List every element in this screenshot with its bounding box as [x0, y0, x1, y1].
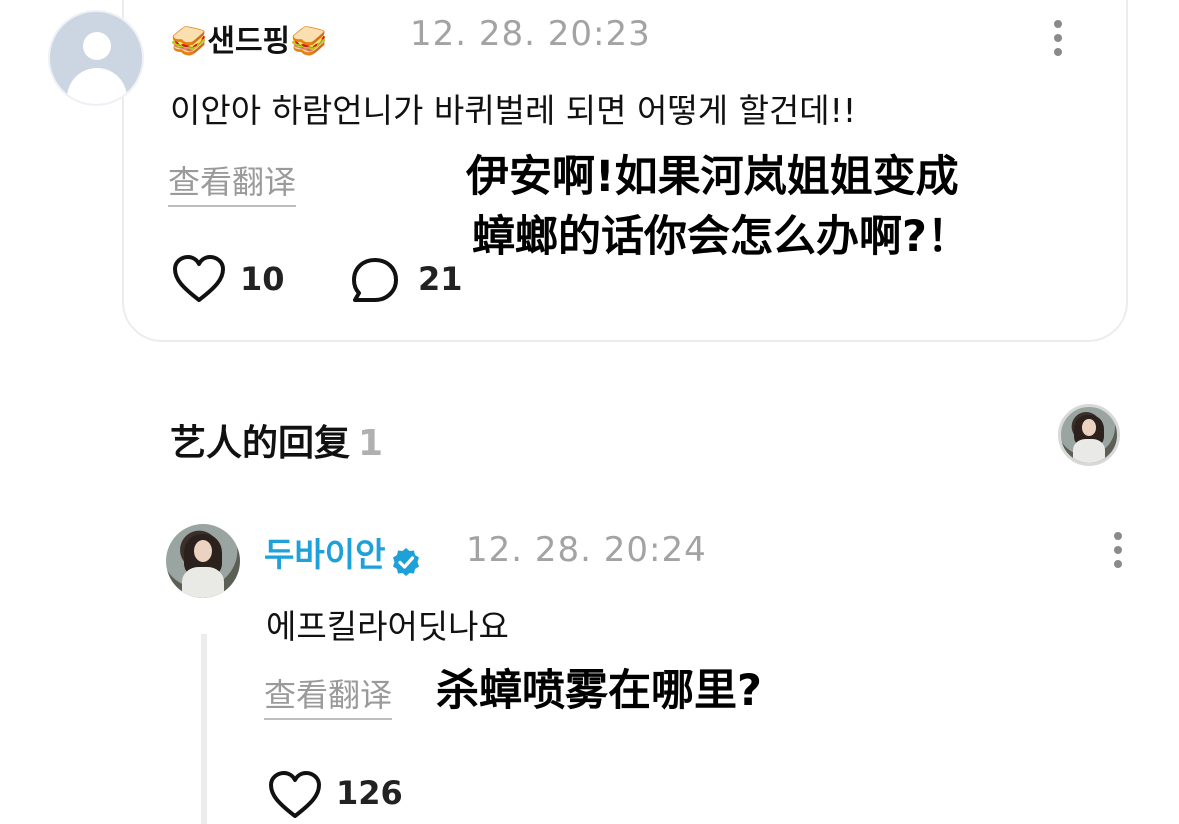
artist-avatar-small[interactable]: [1058, 404, 1120, 466]
heart-icon: [173, 255, 225, 302]
comment-bubble-icon: [352, 258, 398, 302]
heart-icon: [269, 771, 321, 818]
reply-text: 에프킬라어딧나요: [266, 607, 509, 646]
reply-button[interactable]: [350, 256, 400, 306]
reply-like-button[interactable]: [268, 770, 322, 820]
like-button[interactable]: [172, 254, 226, 304]
reply-username[interactable]: 두바이안: [264, 535, 385, 574]
verified-badge-icon: [392, 547, 419, 576]
reply-more-options-icon[interactable]: [1112, 532, 1124, 574]
reply-timestamp: 12. 28. 20:24: [466, 530, 707, 570]
artist-replies-count: 1: [358, 423, 384, 464]
translation-overlay-line1: 伊安啊!如果河岚姐姐变成: [466, 152, 959, 202]
more-options-icon[interactable]: [1052, 20, 1064, 62]
reply-author[interactable]: 두바이안: [264, 528, 421, 577]
thread-line: [201, 634, 207, 824]
commenter-avatar[interactable]: [48, 10, 144, 106]
like-count: 10: [240, 260, 285, 298]
artist-replies-title: 艺人的回复: [170, 423, 351, 464]
comment-timestamp: 12. 28. 20:23: [410, 14, 651, 54]
reply-like-count: 126: [336, 774, 403, 812]
reply-view-translation-link[interactable]: 查看翻译: [264, 670, 393, 720]
artist-replies-header: 艺人的回复 1: [170, 414, 383, 466]
commenter-username[interactable]: 🥪샌드핑🥪: [170, 16, 328, 60]
reply-translation-overlay: 杀蟑喷雾在哪里?: [436, 666, 762, 716]
reply-avatar[interactable]: [166, 524, 240, 598]
translation-overlay-line2: 蟑螂的话你会怎么办啊?！: [472, 212, 970, 262]
comment-text: 이안아 하람언니가 바퀴벌레 되면 어떻게 할건데!!: [170, 91, 857, 130]
view-translation-link[interactable]: 查看翻译: [168, 157, 297, 207]
reply-count: 21: [418, 260, 463, 298]
